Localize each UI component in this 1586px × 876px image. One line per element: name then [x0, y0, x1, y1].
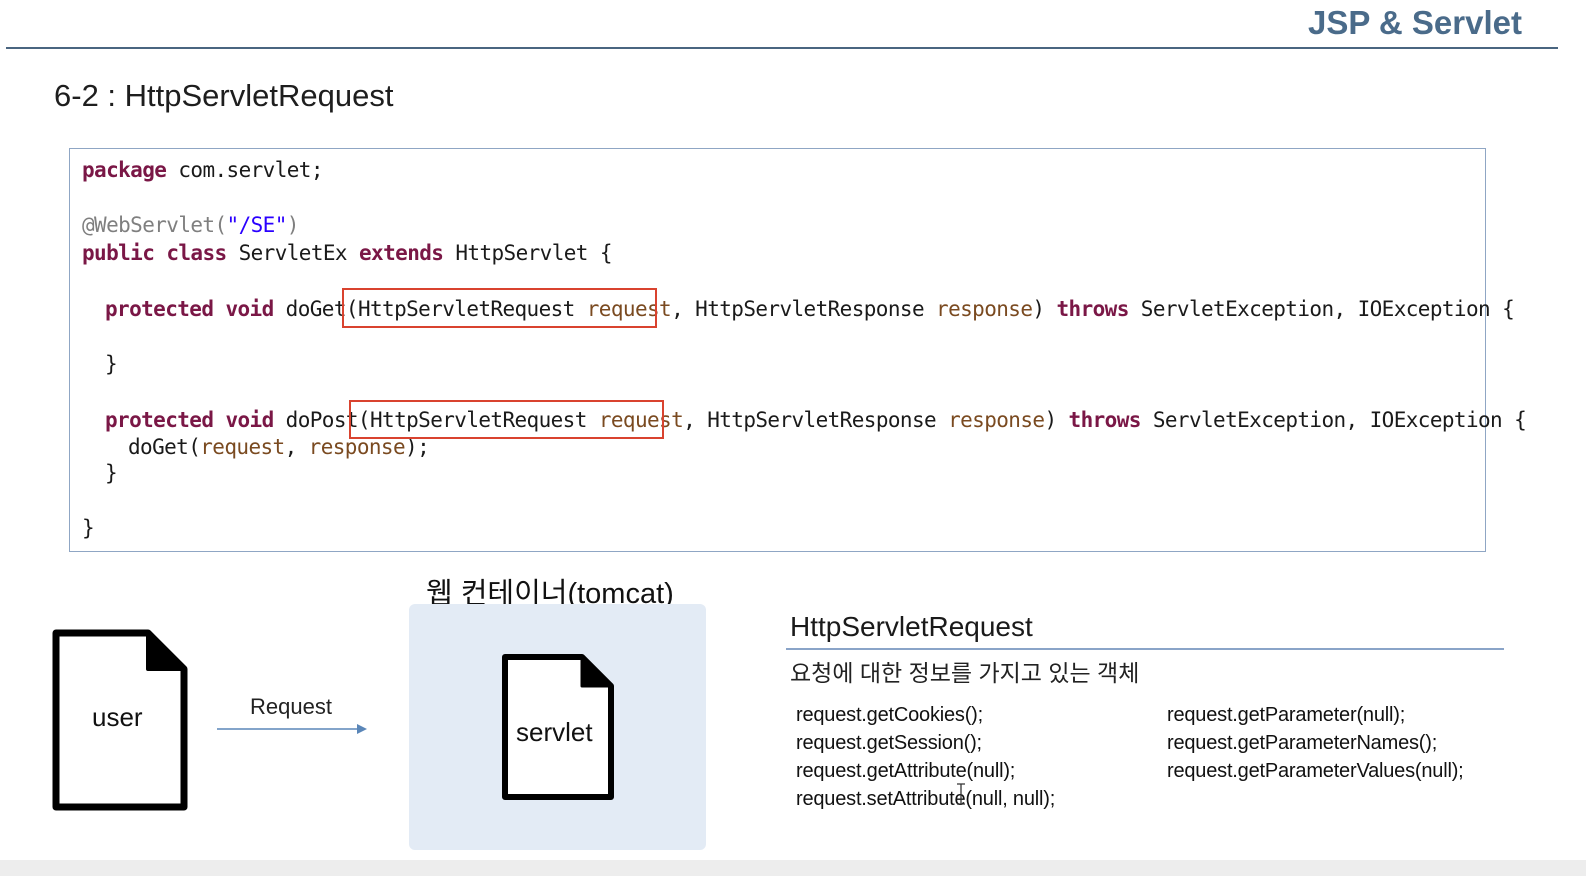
request-label: Request: [250, 694, 332, 719]
header-rule: [6, 47, 1558, 49]
brand-title: JSP & Servlet: [1307, 4, 1522, 41]
method-left-3: request.getAttribute(null);: [796, 760, 1016, 782]
request-info-description: 요청에 대한 정보를 가지고 있는 객체: [790, 660, 1140, 686]
bottom-band: [0, 860, 1586, 876]
slide-title: 6-2 : HttpServletRequest: [54, 78, 394, 113]
code-line-class-close: }: [82, 516, 95, 540]
code-line-class-decl: public class ServletEx extends HttpServl…: [82, 241, 613, 265]
code-block: package com.servlet; @WebServlet("/SE") …: [69, 148, 1527, 552]
method-right-1: request.getParameter(null);: [1167, 704, 1406, 726]
code-line-doget-close: }: [105, 352, 118, 376]
servlet-label: servlet: [516, 717, 593, 747]
method-right-3: request.getParameterValues(null);: [1167, 760, 1464, 782]
request-info-rule: [786, 648, 1504, 650]
request-info-title: HttpServletRequest: [790, 611, 1033, 642]
method-right-2: request.getParameterNames();: [1167, 732, 1438, 754]
doget-param-highlight: [342, 288, 657, 328]
code-line-doget: protected void doGet(HttpServletRequest …: [105, 297, 1515, 321]
method-left-4: request.setAttribute(null, null);: [796, 788, 1056, 810]
user-label: user: [92, 702, 143, 732]
method-left-1: request.getCookies();: [796, 704, 984, 726]
request-arrow-icon: [217, 724, 367, 734]
text-cursor-icon: [957, 783, 965, 805]
code-line-annotation: @WebServlet("/SE"): [82, 213, 299, 237]
method-left-2: request.getSession();: [796, 732, 982, 754]
code-line-package: package com.servlet;: [82, 158, 323, 182]
dopost-param-highlight: [349, 400, 664, 439]
code-line-dopost: protected void doPost(HttpServletRequest…: [105, 408, 1527, 432]
code-line-dopost-close: }: [105, 461, 118, 485]
